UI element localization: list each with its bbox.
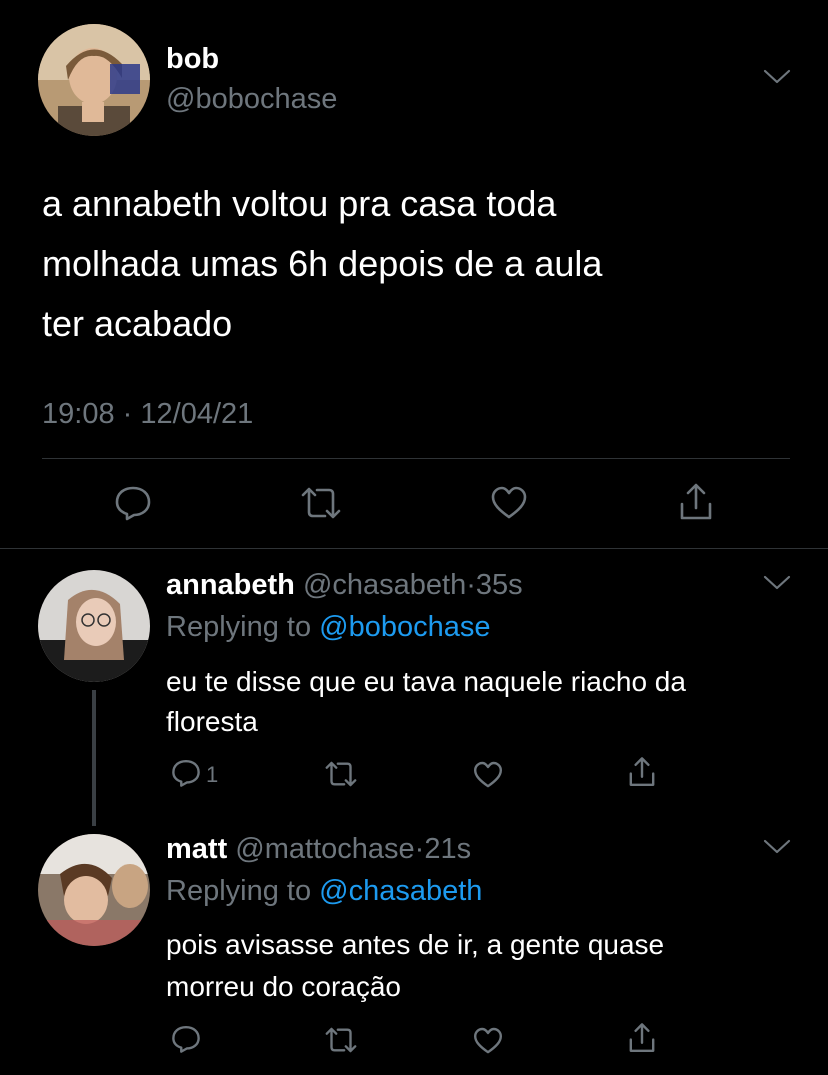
reply-icon[interactable] — [113, 484, 153, 522]
reply-header: matt @mattochase·21s — [166, 832, 471, 866]
handle[interactable]: @bobochase — [166, 82, 337, 116]
display-name[interactable]: matt — [166, 833, 227, 865]
like-icon[interactable] — [472, 760, 504, 790]
replying-to-label: Replying to — [166, 611, 312, 643]
share-icon[interactable] — [626, 756, 658, 788]
share-icon[interactable] — [626, 1022, 658, 1054]
reply-age[interactable]: 35s — [476, 569, 523, 601]
like-icon[interactable] — [489, 485, 529, 521]
tweet-text-line: a annabeth voltou pra casa toda — [42, 183, 557, 224]
replying-to-label: Replying to — [166, 875, 312, 907]
like-icon[interactable] — [472, 1026, 504, 1056]
reply-text: eu te disse que eu tava naquele riacho d… — [166, 662, 806, 742]
separator: · — [466, 569, 476, 601]
thread-line — [92, 690, 96, 826]
reply-text-line: pois avisasse antes de ir, a gente quase — [166, 929, 665, 960]
reply-text-line: morreu do coração — [166, 971, 402, 1002]
divider — [0, 548, 828, 549]
replying-to-handle[interactable]: @chasabeth — [319, 875, 482, 907]
avatar[interactable] — [38, 24, 150, 136]
display-name[interactable]: annabeth — [166, 569, 295, 601]
separator: · — [414, 833, 425, 865]
reply-icon[interactable] — [170, 758, 202, 788]
reply-text-line: floresta — [166, 706, 258, 737]
handle[interactable]: @mattochase — [235, 833, 414, 865]
tweet-text-line: ter acabado — [42, 303, 233, 344]
timestamp[interactable]: 19:08 · 12/04/21 — [42, 396, 253, 432]
share-icon[interactable] — [676, 482, 716, 522]
reply-count: 1 — [206, 762, 219, 787]
chevron-down-icon[interactable] — [763, 68, 791, 86]
tweet-time: 19:08 — [42, 398, 115, 430]
chevron-down-icon[interactable] — [763, 574, 791, 592]
reply-icon[interactable] — [170, 1024, 202, 1054]
avatar[interactable] — [38, 570, 150, 682]
reply-header: annabeth @chasabeth·35s — [166, 568, 523, 602]
divider — [42, 458, 790, 459]
replying-to: Replying to @bobochase — [166, 610, 491, 644]
avatar[interactable] — [38, 834, 150, 946]
tweet-text: a annabeth voltou pra casa toda molhada … — [42, 174, 802, 354]
replying-to-handle[interactable]: @bobochase — [319, 611, 490, 643]
display-name[interactable]: bob — [166, 42, 219, 76]
reply-text-line: eu te disse que eu tava naquele riacho d… — [166, 666, 686, 697]
retweet-icon[interactable] — [297, 486, 345, 520]
replying-to: Replying to @chasabeth — [166, 874, 482, 908]
handle[interactable]: @chasabeth — [303, 569, 466, 601]
retweet-icon[interactable] — [322, 760, 360, 788]
reply-age[interactable]: 21s — [424, 833, 471, 865]
reply-text: pois avisasse antes de ir, a gente quase… — [166, 924, 806, 1008]
tweet-date: 12/04/21 — [140, 398, 254, 430]
chevron-down-icon[interactable] — [763, 838, 791, 856]
tweet-text-line: molhada umas 6h depois de a aula — [42, 243, 603, 284]
retweet-icon[interactable] — [322, 1026, 360, 1054]
separator: · — [122, 398, 133, 430]
